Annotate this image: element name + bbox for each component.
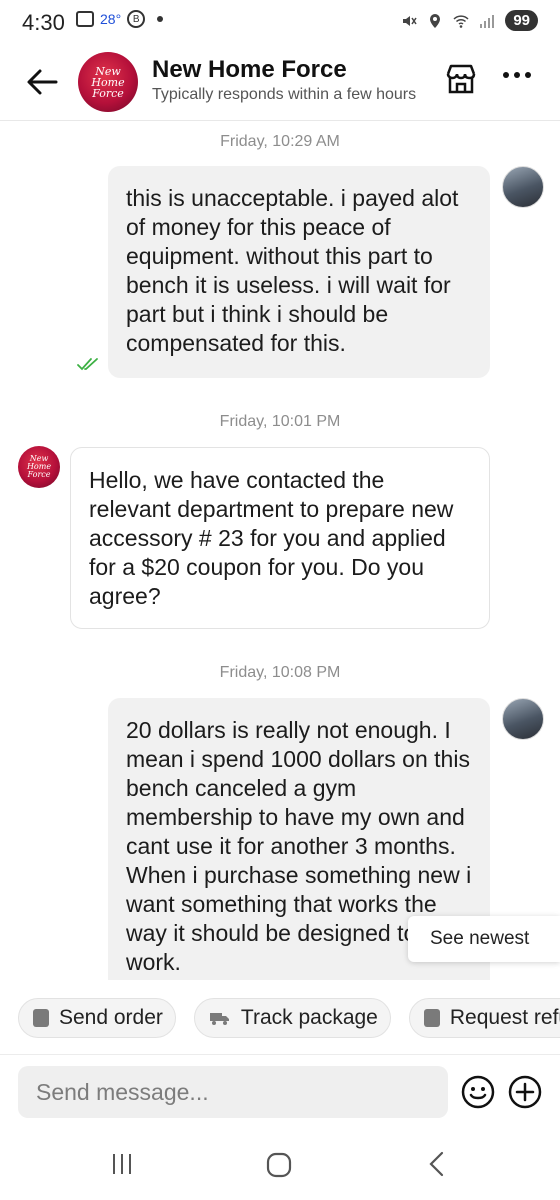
shop-name[interactable]: New Home Force: [152, 56, 347, 84]
status-time: 4:30: [22, 10, 65, 35]
user-avatar: [502, 166, 544, 208]
avatar-logo-line1: New Home: [91, 64, 125, 89]
message-timestamp: Friday, 10:29 AM: [220, 133, 340, 150]
incoming-message[interactable]: Hello, we have contacted the relevant de…: [70, 447, 490, 629]
chip-label: Request refu: [449, 1006, 560, 1029]
status-left-icons: 28° B: [76, 10, 164, 28]
message-text: this is unacceptable. i payed alot of mo…: [126, 185, 459, 356]
chip-label: Track package: [240, 1006, 378, 1029]
shop-avatar[interactable]: New Home Force: [78, 52, 138, 112]
truck-icon: [209, 1013, 229, 1025]
document-icon: [33, 1009, 49, 1027]
wallet-icon: [423, 1009, 440, 1027]
divider: [0, 1054, 560, 1055]
back-nav-icon[interactable]: [424, 1150, 448, 1178]
screenshot-icon: [76, 11, 94, 27]
send-order-chip[interactable]: Send order: [18, 998, 176, 1038]
see-newest-button[interactable]: See newest: [408, 916, 560, 962]
message-timestamp: Friday, 10:01 PM: [219, 413, 341, 430]
status-right-icons: 99: [401, 10, 538, 31]
message-input[interactable]: [18, 1066, 448, 1118]
store-icon[interactable]: [444, 62, 478, 96]
status-bar: 4:30 28° B 99: [0, 0, 560, 48]
mute-icon: [403, 15, 417, 26]
message-timestamp: Friday, 10:08 PM: [219, 664, 341, 681]
avatar-logo-line1: New Home: [26, 454, 52, 471]
track-package-chip[interactable]: Track package: [193, 998, 391, 1038]
signal-icon: [480, 14, 495, 28]
avatar-logo-line2: Force: [27, 470, 51, 479]
back-arrow-icon[interactable]: [22, 62, 62, 102]
chip-label: Send order: [59, 1006, 163, 1029]
shop-avatar-small: New Home Force: [18, 446, 60, 488]
quick-replies: Send order Track package Request refu: [18, 998, 560, 1038]
more-options-icon[interactable]: [503, 72, 531, 78]
notification-icon: B: [127, 10, 146, 28]
user-avatar: [502, 698, 544, 740]
response-time: Typically responds within a few hours: [152, 86, 417, 103]
request-refund-chip[interactable]: Request refu: [408, 998, 560, 1038]
avatar-logo-line2: Force: [92, 86, 124, 100]
message-text: Hello, we have contacted the relevant de…: [89, 467, 454, 609]
emoji-icon[interactable]: [460, 1074, 496, 1110]
wifi-icon: [453, 14, 469, 28]
chat-header: New Home Force New Home Force Typically r…: [0, 48, 560, 121]
weather-temperature: 28°: [100, 11, 122, 27]
battery-indicator: 99: [505, 10, 538, 31]
location-icon: [430, 13, 441, 28]
add-attachment-icon[interactable]: [507, 1074, 543, 1110]
outgoing-message[interactable]: this is unacceptable. i payed alot of mo…: [108, 166, 490, 378]
recent-apps-icon[interactable]: [108, 1150, 136, 1178]
seen-check-icon: [77, 358, 98, 371]
more-notifications-icon: [157, 16, 164, 22]
home-icon[interactable]: [264, 1150, 294, 1180]
